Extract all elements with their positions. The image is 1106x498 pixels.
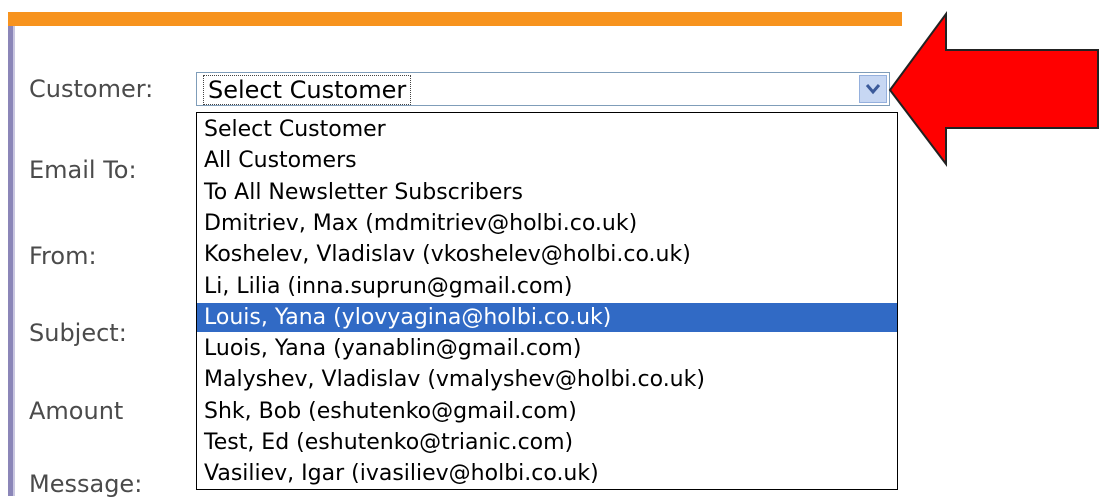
red-annotation-arrow: [888, 10, 1099, 167]
